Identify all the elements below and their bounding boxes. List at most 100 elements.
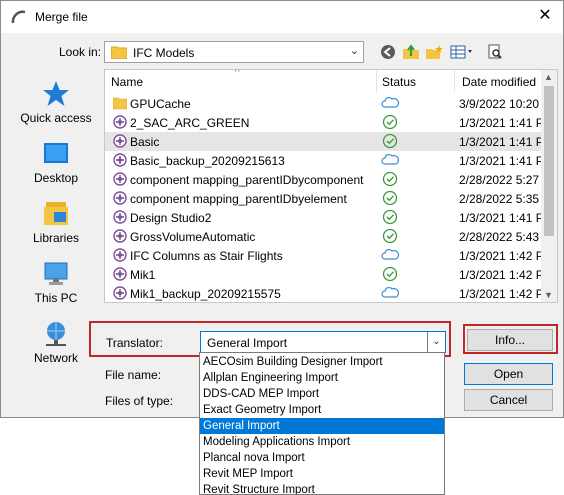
- back-icon[interactable]: [378, 42, 398, 62]
- file-date: 2/28/2022 5:35: [459, 192, 540, 206]
- ifc-file-icon: [113, 229, 127, 243]
- app-arc-icon: [11, 10, 26, 24]
- scroll-thumb[interactable]: [544, 86, 554, 236]
- scroll-down-icon[interactable]: ▼: [544, 290, 553, 300]
- file-date: 2/28/2022 5:27: [459, 173, 540, 187]
- place-desktop[interactable]: Desktop: [13, 139, 99, 185]
- open-button[interactable]: Open: [464, 363, 553, 385]
- file-date: 1/3/2021 1:41 P: [459, 135, 543, 149]
- file-list[interactable]: Name ^ Status Date modified GPUCache 3/9/…: [104, 69, 558, 303]
- ifc-file-icon: [113, 191, 127, 205]
- table-row[interactable]: GrossVolumeAutomatic 2/28/2022 5:43: [105, 227, 543, 246]
- file-name: component mapping_parentIDbycomponent: [130, 173, 364, 187]
- column-header-status[interactable]: Status: [382, 75, 416, 89]
- file-name: IFC Columns as Stair Flights: [130, 249, 283, 263]
- files-of-type-label: Files of type:: [105, 394, 174, 408]
- sort-ascending-icon: ^: [235, 69, 240, 78]
- table-row[interactable]: 2_SAC_ARC_GREEN 1/3/2021 1:41 P: [105, 113, 543, 132]
- synced-check-icon: [382, 266, 398, 282]
- place-this-pc[interactable]: This PC: [13, 259, 99, 305]
- info-button[interactable]: Info...: [467, 329, 553, 351]
- file-name: 2_SAC_ARC_GREEN: [130, 116, 250, 130]
- ifc-file-icon: [113, 210, 127, 224]
- ifc-file-icon: [113, 153, 127, 167]
- folder-icon: [111, 46, 127, 59]
- place-libraries[interactable]: Libraries: [13, 199, 99, 245]
- look-in-label: Look in:: [59, 45, 102, 59]
- column-header-name[interactable]: Name: [111, 75, 143, 89]
- translator-option[interactable]: General Import: [200, 418, 444, 434]
- translator-label: Translator:: [106, 336, 163, 350]
- cancel-button[interactable]: Cancel: [464, 389, 553, 411]
- file-name-label: File name:: [105, 368, 162, 382]
- table-row[interactable]: Mik1_backup_20209215575 1/3/2021 1:42 P: [105, 284, 543, 302]
- network-icon: [46, 322, 66, 346]
- preview-icon[interactable]: [485, 42, 505, 62]
- file-date: 3/9/2022 10:20: [459, 97, 540, 111]
- translator-option[interactable]: DDS-CAD MEP Import: [200, 386, 444, 402]
- translator-option[interactable]: Revit Structure Import: [200, 482, 444, 494]
- table-row[interactable]: Mik1 1/3/2021 1:42 P: [105, 265, 543, 284]
- column-header-date[interactable]: Date modified: [462, 75, 536, 89]
- synced-check-icon: [382, 114, 398, 130]
- translator-option[interactable]: Revit MEP Import: [200, 466, 444, 482]
- translator-value: General Import: [207, 336, 288, 350]
- translator-select[interactable]: General Import ⌄: [200, 331, 446, 353]
- translator-option[interactable]: Exact Geometry Import: [200, 402, 444, 418]
- table-row[interactable]: Basic 1/3/2021 1:41 P: [105, 132, 543, 151]
- translator-option[interactable]: AECOsim Building Designer Import: [200, 354, 444, 370]
- this-pc-icon: [44, 262, 68, 285]
- file-date: 2/28/2022 5:43: [459, 230, 540, 244]
- libraries-icon: [44, 202, 68, 225]
- ifc-file-icon: [113, 172, 127, 186]
- vertical-scrollbar[interactable]: ▲ ▼: [541, 70, 557, 302]
- ifc-file-icon: [113, 115, 127, 129]
- file-date: 1/3/2021 1:41 P: [459, 211, 543, 225]
- synced-check-icon: [382, 209, 398, 225]
- quick-access-star-icon: [43, 81, 69, 106]
- place-quick-access[interactable]: Quick access: [13, 79, 99, 125]
- file-name: Mik1_backup_20209215575: [130, 287, 281, 301]
- place-label: Network: [33, 351, 78, 365]
- place-network[interactable]: Network: [13, 319, 99, 365]
- file-name: GrossVolumeAutomatic: [130, 230, 256, 244]
- synced-check-icon: [382, 171, 398, 187]
- window-title: Merge file: [35, 10, 88, 24]
- place-label: This PC: [34, 291, 78, 305]
- view-menu-icon[interactable]: [449, 42, 477, 62]
- file-name: Mik1: [130, 268, 156, 282]
- table-row[interactable]: Design Studio2 1/3/2021 1:41 P: [105, 208, 543, 227]
- table-row[interactable]: Basic_backup_20209215613 1/3/2021 1:41 P: [105, 151, 543, 170]
- file-date: 1/3/2021 1:42 P: [459, 249, 543, 263]
- translator-option[interactable]: Plancal nova Import: [200, 450, 444, 466]
- translator-dropdown-list[interactable]: AECOsim Building Designer Import Allplan …: [199, 352, 445, 495]
- up-folder-icon[interactable]: [401, 42, 421, 62]
- table-row[interactable]: component mapping_parentIDbyelement 2/28/…: [105, 189, 543, 208]
- cloud-status-icon: [381, 287, 399, 298]
- close-icon[interactable]: ✕: [535, 7, 555, 27]
- ifc-file-icon: [113, 248, 127, 262]
- new-folder-icon[interactable]: [424, 42, 444, 62]
- chevron-down-icon: ⌄: [349, 45, 359, 57]
- title-bar: Merge file ✕: [1, 1, 563, 33]
- translator-option[interactable]: Modeling Applications Import: [200, 434, 444, 450]
- table-row[interactable]: GPUCache 3/9/2022 10:20: [105, 94, 543, 113]
- translator-option[interactable]: Allplan Engineering Import: [200, 370, 444, 386]
- file-name: Design Studio2: [130, 211, 212, 225]
- table-row[interactable]: IFC Columns as Stair Flights 1/3/2021 1:4…: [105, 246, 543, 265]
- file-name: GPUCache: [130, 97, 191, 111]
- file-name: component mapping_parentIDbyelement: [130, 192, 347, 206]
- file-date: 1/3/2021 1:41 P: [459, 116, 543, 130]
- file-date: 1/3/2021 1:41 P: [459, 154, 543, 168]
- chevron-down-icon[interactable]: ⌄: [427, 332, 445, 352]
- file-name: Basic: [130, 135, 160, 149]
- desktop-icon: [44, 143, 68, 163]
- ifc-file-icon: [113, 286, 127, 300]
- places-bar: Quick access Desktop Libraries This PC N…: [13, 69, 99, 369]
- place-label: Quick access: [20, 111, 92, 125]
- look-in-select[interactable]: IFC Models ⌄: [104, 41, 364, 63]
- table-row[interactable]: component mapping_parentIDbycomponent 2/2…: [105, 170, 543, 189]
- synced-check-icon: [382, 133, 398, 149]
- synced-check-icon: [382, 190, 398, 206]
- scroll-up-icon[interactable]: ▲: [544, 72, 553, 82]
